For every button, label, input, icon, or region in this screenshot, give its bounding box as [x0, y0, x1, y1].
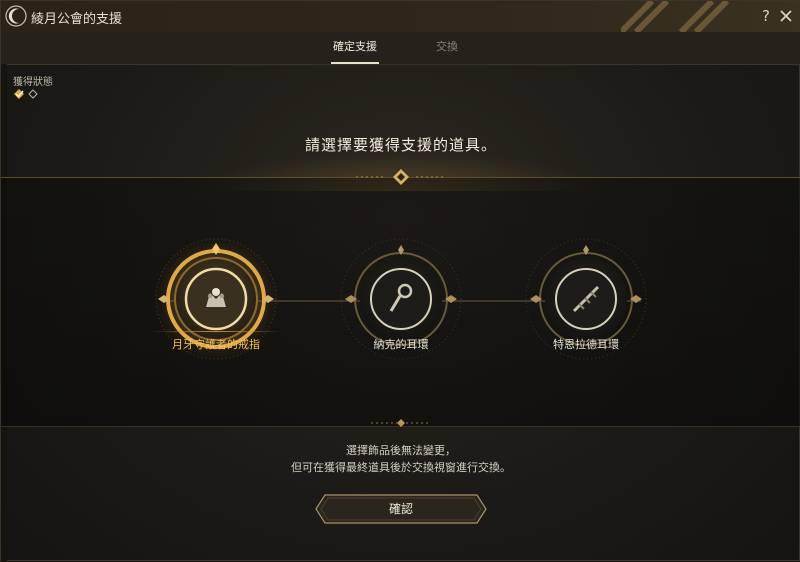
status-label: 獲得狀態	[13, 77, 53, 88]
note-line-2: 但可在獲得最終道具後於交換視窗進行交換。	[291, 461, 511, 474]
confirm-button[interactable]: 確認	[315, 494, 487, 524]
window-title: 綾月公會的支援	[31, 12, 123, 27]
bottom-ornament	[371, 419, 431, 427]
title-bar: 綾月公會的支援 ?	[1, 1, 800, 33]
prompt-text: 請選擇要獲得支援的道具。	[304, 136, 497, 154]
item-name[interactable]: 特恩拉德耳環	[506, 336, 666, 352]
tab-label: 交換	[436, 40, 458, 53]
selected-underline	[151, 331, 281, 332]
tab-confirm-support[interactable]: 確定支援	[331, 32, 379, 64]
tab-bar: 確定支援 交換	[1, 32, 800, 65]
check-diamond-icon	[14, 89, 24, 99]
question-icon: ?	[762, 7, 770, 25]
confirm-label: 確認	[388, 502, 413, 516]
help-button[interactable]: ?	[757, 6, 775, 26]
note-line-1: 選擇飾品後無法變更，	[346, 444, 456, 457]
top-ornament	[356, 169, 446, 185]
status-icons	[14, 89, 38, 99]
close-button[interactable]	[777, 6, 795, 26]
item-selection-art	[148, 169, 647, 427]
close-icon	[780, 10, 792, 22]
tab-exchange[interactable]: 交換	[429, 32, 465, 64]
item-name[interactable]: 月牙守護者的戒指	[136, 336, 296, 352]
empty-diamond-icon	[28, 89, 38, 99]
support-window: 綾月公會的支援 ? 確定支援 交換 獲得狀態 請選擇要獲得支援的道具。 月牙守護…	[0, 0, 800, 562]
item-name[interactable]: 納克的耳環	[321, 336, 481, 352]
title-ornament	[621, 1, 730, 32]
tab-label: 確定支援	[333, 40, 377, 53]
crescent-moon-icon	[5, 5, 27, 27]
